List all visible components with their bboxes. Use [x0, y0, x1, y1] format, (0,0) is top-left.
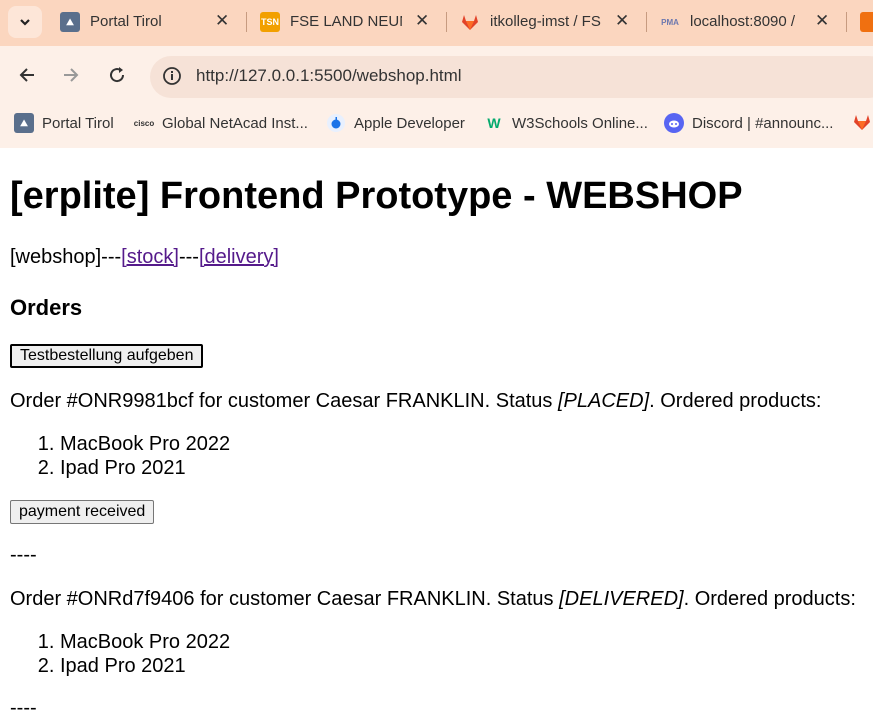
close-tab-icon[interactable]: ✕ — [415, 11, 429, 31]
bookmark-apple-developer[interactable]: Apple Developer — [326, 112, 465, 134]
tab-itkolleg-imst[interactable]: itkolleg-imst / FS ✕ — [460, 6, 640, 38]
order-summary: Order #ONR9981bcf for customer Caesar FR… — [10, 390, 821, 413]
arrow-right-icon — [64, 68, 79, 82]
site-info-icon[interactable] — [162, 66, 182, 91]
arrow-left-icon — [19, 68, 34, 82]
tab-search-button[interactable] — [8, 6, 42, 38]
tab-localhost-pma[interactable]: PMA localhost:8090 / ✕ — [660, 6, 840, 38]
order-separator: ---- — [10, 697, 37, 719]
nav-separator: --- — [178, 246, 199, 268]
portal-tirol-favicon-icon: ⛰ — [14, 113, 34, 133]
url-text[interactable]: http://127.0.0.1:5500/webshop.html — [196, 66, 462, 86]
list-item: Ipad Pro 2021 — [60, 654, 230, 678]
chevron-down-icon — [20, 19, 30, 26]
section-nav: [webshop]---[stock]---[delivery] — [10, 246, 279, 269]
cisco-icon: cisco — [133, 118, 155, 128]
tab-separator — [246, 12, 247, 32]
bookmark-netacad[interactable]: cisco Global NetAcad Inst... — [134, 112, 308, 134]
close-tab-icon[interactable]: ✕ — [815, 11, 829, 31]
bookmark-w3schools[interactable]: W W3Schools Online... — [484, 112, 648, 134]
bookmark-label: Portal Tirol — [42, 114, 114, 132]
bookmark-label: Global NetAcad Inst... — [162, 114, 308, 132]
bookmark-label: Apple Developer — [354, 114, 465, 132]
order-products-label: . Ordered products: — [649, 390, 822, 412]
w3schools-icon: W — [487, 115, 501, 131]
apple-icon — [326, 113, 346, 133]
portal-tirol-favicon-icon: ⛰ — [60, 12, 80, 32]
close-tab-icon[interactable]: ✕ — [215, 11, 229, 31]
back-button[interactable] — [14, 62, 40, 88]
tab-separator — [846, 12, 847, 32]
page-title: [erplite] Frontend Prototype - WEBSHOP — [10, 175, 743, 217]
phpmyadmin-icon: PMA — [661, 17, 679, 27]
gitlab-icon — [460, 12, 480, 32]
tab-fse-land[interactable]: TSN FSE LAND NEUN ✕ — [260, 6, 440, 38]
order-description: Order #ONRd7f9406 for customer Caesar FR… — [10, 588, 560, 610]
partial-tab-favicon-icon[interactable] — [860, 12, 873, 32]
order-description: Order #ONR9981bcf for customer Caesar FR… — [10, 390, 558, 412]
order-summary: Order #ONRd7f9406 for customer Caesar FR… — [10, 588, 856, 611]
payment-received-button[interactable]: payment received — [10, 500, 155, 524]
tab-title: itkolleg-imst / FS — [490, 13, 601, 30]
place-test-order-button[interactable]: Testbestellung aufgeben — [10, 344, 204, 368]
bookmark-portal-tirol[interactable]: ⛰ Portal Tirol — [14, 112, 114, 134]
order-products-label: . Ordered products: — [683, 588, 856, 610]
tab-title: FSE LAND NEUN — [290, 13, 402, 30]
list-item: MacBook Pro 2022 — [60, 630, 230, 654]
reload-icon — [110, 67, 125, 83]
bookmark-label: W3Schools Online... — [512, 114, 648, 132]
order-product-list: MacBook Pro 2022 Ipad Pro 2021 — [60, 630, 230, 678]
tab-title: localhost:8090 / — [690, 13, 796, 30]
order-status: [PLACED] — [557, 390, 650, 412]
discord-icon — [664, 113, 684, 133]
bookmark-label: Discord | #announc... — [692, 114, 834, 132]
gitlab-icon[interactable] — [852, 112, 872, 137]
list-item: Ipad Pro 2021 — [60, 456, 230, 480]
order-separator: ---- — [10, 544, 37, 566]
order-status: [DELIVERED] — [559, 588, 684, 610]
orders-heading: Orders — [10, 295, 83, 320]
browser-chrome: ⛰ Portal Tirol ✕ TSN FSE LAND NEUN ✕ itk… — [0, 0, 873, 148]
nav-link-stock[interactable]: [stock] — [121, 246, 179, 268]
reload-button[interactable] — [104, 62, 130, 88]
tab-title: Portal Tirol — [90, 13, 162, 30]
nav-link-delivery[interactable]: [delivery] — [199, 246, 279, 268]
tab-separator — [446, 12, 447, 32]
tsn-favicon-icon: TSN — [260, 12, 280, 32]
order-product-list: MacBook Pro 2022 Ipad Pro 2021 — [60, 432, 230, 480]
tab-portal-tirol[interactable]: ⛰ Portal Tirol ✕ — [60, 6, 240, 38]
nav-separator: --- — [101, 246, 122, 268]
tab-separator — [646, 12, 647, 32]
bookmark-discord[interactable]: Discord | #announc... — [664, 112, 833, 134]
nav-current-webshop: [webshop] — [10, 246, 102, 268]
forward-button[interactable] — [58, 62, 84, 88]
list-item: MacBook Pro 2022 — [60, 432, 230, 456]
close-tab-icon[interactable]: ✕ — [615, 11, 629, 31]
